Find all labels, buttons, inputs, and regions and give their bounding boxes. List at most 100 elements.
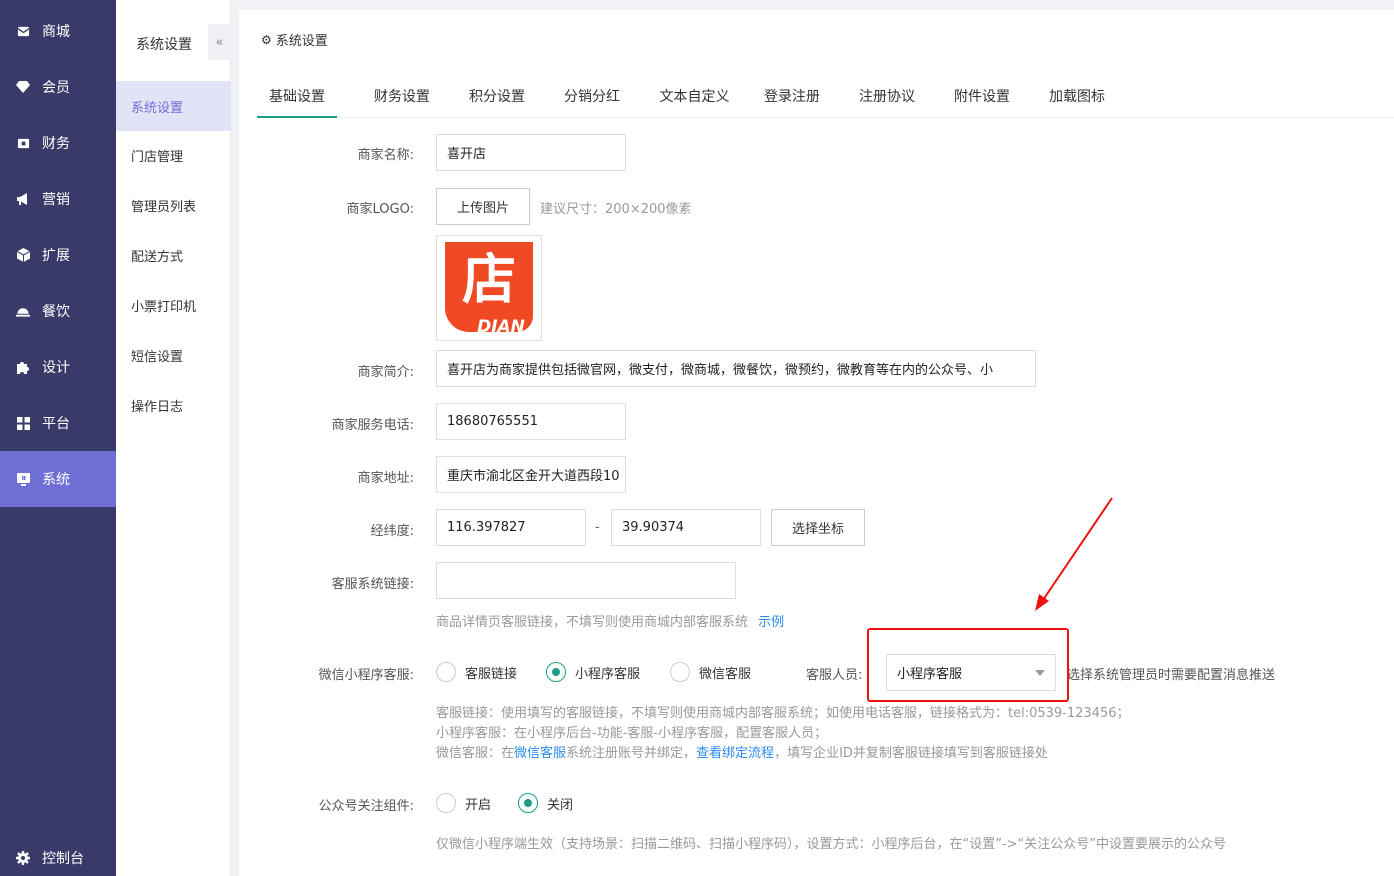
tab-loading-icon[interactable]: 加载图标 [1037, 78, 1117, 118]
sidebar-item-label: 会员 [42, 80, 70, 96]
radio-label: 关闭 [547, 797, 574, 813]
name-label: 商家名称: [357, 148, 414, 163]
sidebar-item-label: 餐饮 [42, 304, 70, 320]
mini-cs-label: 微信小程序客服: [318, 668, 414, 683]
tab-agreement[interactable]: 注册协议 [847, 78, 927, 118]
radio-label: 小程序客服 [575, 666, 641, 682]
desc3-text-b: 系统注册账号并绑定， [566, 746, 697, 761]
subnav-item-printer[interactable]: 小票打印机 [116, 280, 231, 330]
gear-icon [16, 851, 30, 865]
radio-cs-link[interactable]: 客服链接 [436, 662, 517, 682]
sidebar-item-marketing[interactable]: 营销 [0, 171, 116, 227]
radio-label: 开启 [465, 797, 492, 813]
logo-glyph: 店 [462, 248, 516, 311]
radio-wechat-cs[interactable]: 微信客服 [670, 662, 751, 682]
sidebar-item-mall[interactable]: 商城 [0, 3, 116, 59]
tab-points[interactable]: 积分设置 [457, 78, 537, 118]
address-input[interactable]: 重庆市渝北区金开大道西段10 [436, 456, 626, 493]
subnav-item-admins[interactable]: 管理员列表 [116, 180, 231, 230]
intro-label: 商家简介: [357, 365, 414, 380]
tab-finance[interactable]: 财务设置 [362, 78, 442, 118]
cs-link-label: 客服系统链接: [331, 577, 414, 592]
page-title: ⚙ 系统设置 [261, 30, 328, 50]
tab-basic[interactable]: 基础设置 [257, 78, 337, 118]
sidebar-item-system[interactable]: 系统 [0, 451, 116, 507]
sub-navigation: 系统设置 « 系统设置 门店管理 管理员列表 配送方式 小票打印机 短信设置 操… [116, 0, 231, 876]
sidebar-item-extend[interactable]: 扩展 [0, 227, 116, 283]
puzzle-icon [16, 360, 30, 374]
shop-logo-icon: 店 DIAN [445, 242, 533, 337]
logo-text: DIAN [477, 317, 525, 337]
example-link[interactable]: 示例 [758, 615, 784, 630]
radio-follow-on[interactable]: 开启 [436, 793, 491, 813]
follow-label: 公众号关注组件: [318, 799, 414, 814]
address-label: 商家地址: [357, 471, 414, 486]
gear-icon: ⚙ [261, 32, 272, 47]
follow-hint: 仅微信小程序端生效（支持场景：扫描二维码、扫描小程序码），设置方式：小程序后台，… [436, 837, 1227, 852]
envelope-icon [16, 24, 30, 38]
collapse-button[interactable]: « [208, 24, 231, 60]
mini-cs-desc-3: 微信客服：在微信客服系统注册账号并绑定，查看绑定流程，填写企业ID并复制客服链接… [436, 742, 1048, 761]
sidebar-item-platform[interactable]: 平台 [0, 395, 116, 451]
logo-preview[interactable]: 店 DIAN [436, 235, 542, 341]
sidebar-item-design[interactable]: 设计 [0, 339, 116, 395]
subnav-title: 系统设置 [136, 37, 192, 53]
radio-circle [436, 793, 456, 813]
monitor-icon [16, 472, 30, 486]
staff-hint: 选择系统管理员时需要配置消息推送 [1067, 668, 1276, 683]
sidebar-item-console[interactable]: 控制台 [0, 830, 116, 876]
cloche-icon [16, 304, 30, 318]
main-sidebar: 商城 会员 财务 营销 扩展 餐饮 设计 平台 系统 控制台 [0, 0, 116, 876]
select-coordinate-button[interactable]: 选择坐标 [771, 509, 865, 546]
longitude-input[interactable]: 116.397827 [436, 509, 586, 546]
sidebar-item-catering[interactable]: 餐饮 [0, 283, 116, 339]
merchant-intro-input[interactable]: 喜开店为商家提供包括微官网，微支付，微商城，微餐饮，微预约，微教育等在内的公众号… [436, 350, 1036, 387]
staff-label: 客服人员: [806, 668, 863, 683]
coord-label: 经纬度: [370, 524, 414, 539]
sidebar-item-label: 财务 [42, 136, 70, 152]
wallet-icon [16, 136, 30, 150]
subnav-item-system-settings[interactable]: 系统设置 [116, 81, 231, 131]
sidebar-item-label: 设计 [42, 360, 70, 376]
tab-text-custom[interactable]: 文本自定义 [647, 78, 742, 118]
subnav-item-sms[interactable]: 短信设置 [116, 330, 231, 380]
radio-circle [518, 793, 538, 813]
diamond-icon [16, 80, 30, 94]
settings-tabs: 基础设置 财务设置 积分设置 分销分红 文本自定义 登录注册 注册协议 附件设置… [257, 78, 1394, 118]
service-phone-input[interactable]: 18680765551 [436, 403, 626, 440]
cs-link-hint-text: 商品详情页客服链接，不填写则使用商城内部客服系统 [436, 615, 749, 630]
tab-attachment[interactable]: 附件设置 [942, 78, 1022, 118]
bind-process-link[interactable]: 查看绑定流程 [696, 746, 774, 761]
logo-size-hint: 建议尺寸：200×200像素 [540, 202, 692, 217]
sidebar-item-label: 平台 [42, 416, 70, 432]
sidebar-item-member[interactable]: 会员 [0, 59, 116, 115]
merchant-name-input[interactable]: 喜开店 [436, 134, 626, 171]
upload-image-button[interactable]: 上传图片 [436, 188, 530, 225]
grid-icon [16, 416, 30, 430]
subnav-item-delivery[interactable]: 配送方式 [116, 230, 231, 280]
sidebar-item-label: 商城 [42, 24, 70, 40]
cube-icon [16, 248, 30, 262]
subnav-item-log[interactable]: 操作日志 [116, 380, 231, 430]
radio-label: 微信客服 [699, 666, 752, 682]
radio-circle [670, 662, 690, 682]
subnav-item-store[interactable]: 门店管理 [116, 130, 231, 180]
cs-link-hint: 商品详情页客服链接，不填写则使用商城内部客服系统 示例 [436, 611, 784, 630]
radio-mini-cs[interactable]: 小程序客服 [546, 662, 640, 682]
cs-link-input[interactable] [436, 562, 736, 599]
mini-cs-desc-1: 客服链接：使用填写的客服链接，不填写则使用商城内部客服系统；如使用电话客服，链接… [436, 706, 1130, 721]
sidebar-item-finance[interactable]: 财务 [0, 115, 116, 171]
wechat-cs-link[interactable]: 微信客服 [514, 746, 566, 761]
sidebar-item-label: 系统 [42, 472, 70, 488]
tab-login[interactable]: 登录注册 [752, 78, 832, 118]
radio-circle [546, 662, 566, 682]
sidebar-item-label: 控制台 [42, 851, 84, 867]
main-panel: ⚙ 系统设置 基础设置 财务设置 积分设置 分销分红 文本自定义 登录注册 注册… [239, 10, 1394, 876]
phone-label: 商家服务电话: [331, 418, 414, 433]
radio-follow-off[interactable]: 关闭 [518, 793, 573, 813]
sidebar-item-label: 营销 [42, 192, 70, 208]
latitude-input[interactable]: 39.90374 [611, 509, 761, 546]
tab-distribution[interactable]: 分销分红 [552, 78, 632, 118]
megaphone-icon [16, 192, 30, 206]
highlight-box [867, 628, 1069, 702]
